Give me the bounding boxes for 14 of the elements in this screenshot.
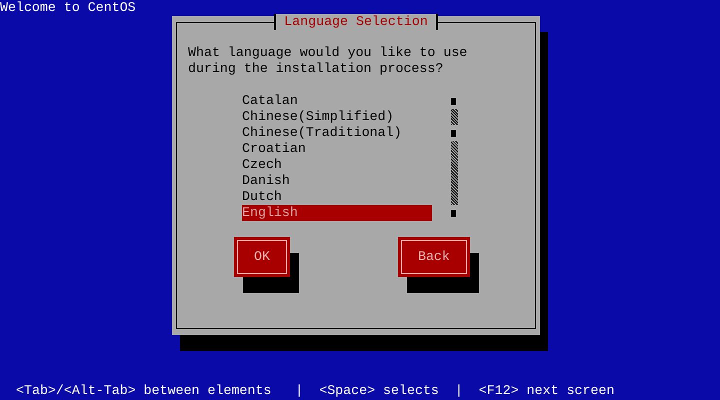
prompt-text: What language would you like to use during the installation process? — [188, 45, 468, 77]
language-option[interactable]: Croatian — [242, 141, 432, 157]
language-option[interactable]: Dutch — [242, 189, 432, 205]
language-option[interactable]: Chinese(Traditional) — [242, 125, 432, 141]
language-option[interactable]: Chinese(Simplified) — [242, 109, 432, 125]
help-text: <Tab>/<Alt-Tab> between elements | <Space> selects | <F12> next screen — [16, 383, 614, 399]
screen-title: Welcome to CentOS — [0, 0, 137, 16]
dialog-title: Language Selection — [274, 14, 438, 30]
language-option[interactable]: Catalan — [242, 93, 432, 109]
language-option[interactable]: Czech — [242, 157, 432, 173]
language-option[interactable]: English — [242, 205, 432, 221]
dialog-button[interactable]: OK — [234, 237, 290, 277]
dialog-button[interactable]: Back — [398, 237, 470, 277]
language-option[interactable]: Danish — [242, 173, 432, 189]
